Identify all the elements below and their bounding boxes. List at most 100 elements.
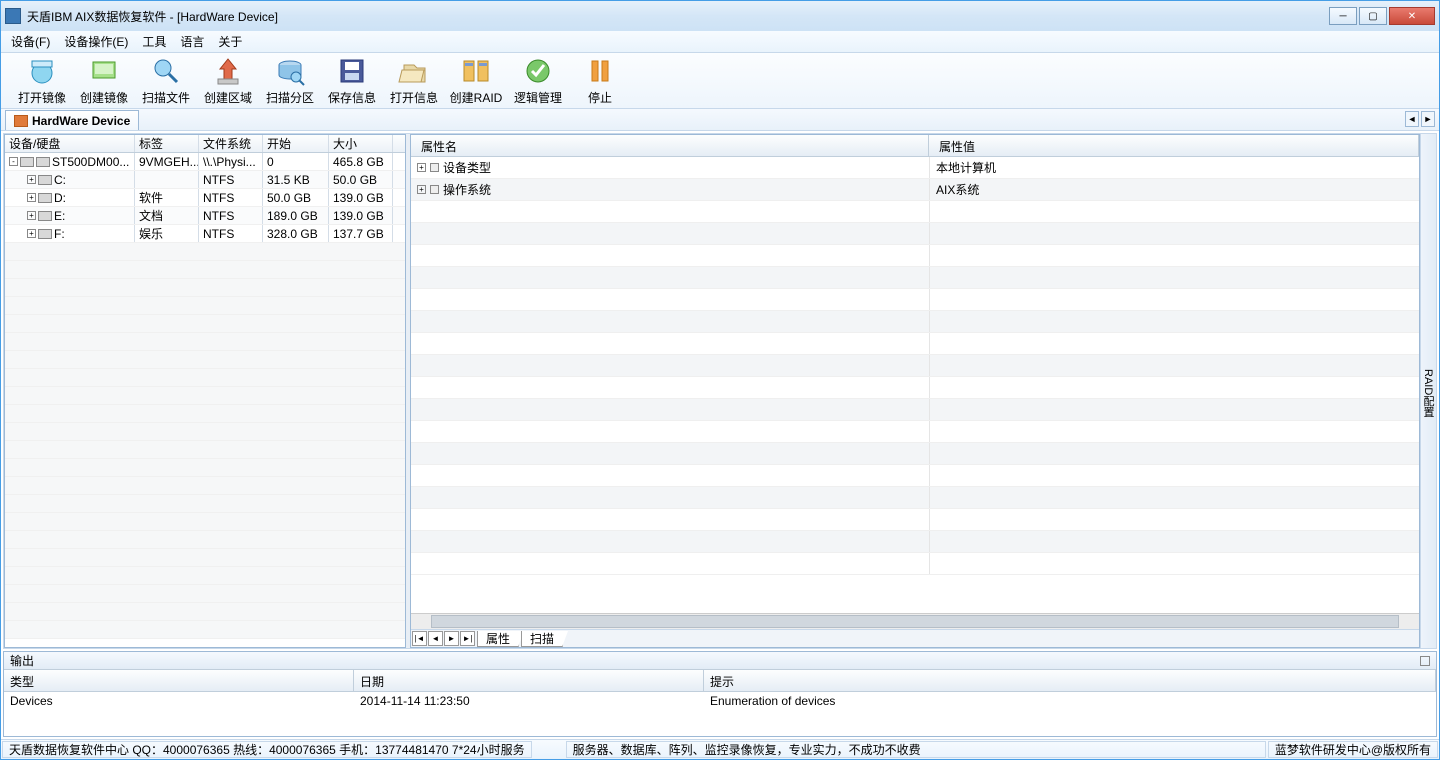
device-row[interactable]: -ST500DM00...9VMGEH...\\.\Physi...0465.8… — [5, 153, 405, 171]
device-row[interactable]: +F:娱乐NTFS328.0 GB137.7 GB — [5, 225, 405, 243]
properties-hscrollbar[interactable] — [411, 613, 1419, 629]
open-info-button[interactable]: 打开信息 — [383, 55, 445, 107]
disk-icon — [20, 157, 34, 167]
properties-tabstrip: |◄ ◄ ► ►| 属性 扫描 — [411, 629, 1419, 647]
open-info-icon — [398, 55, 430, 87]
open-info-label: 打开信息 — [390, 89, 438, 106]
prop-tab-scan[interactable]: 扫描 — [521, 631, 563, 647]
create-image-icon — [88, 55, 120, 87]
document-tabbar: HardWare Device ◄ ► — [1, 109, 1439, 131]
status-center: 服务器、数据库、阵列、监控录像恢复，专业实力，不成功不收费 — [566, 741, 1266, 758]
scan-files-button[interactable]: 扫描文件 — [135, 55, 197, 107]
output-body[interactable]: Devices2014-11-14 11:23:50Enumeration of… — [4, 692, 1436, 736]
create-image-label: 创建镜像 — [80, 89, 128, 106]
create-raid-icon — [460, 55, 492, 87]
tree-expander-icon[interactable]: + — [27, 193, 36, 202]
minimize-button[interactable]: ─ — [1329, 7, 1357, 25]
output-header: 类型 日期 提示 — [4, 670, 1436, 692]
tree-expander-icon[interactable]: - — [9, 157, 18, 166]
tab-scroll-left[interactable]: ◄ — [1405, 111, 1419, 127]
open-image-icon — [26, 55, 58, 87]
menu-tools[interactable]: 工具 — [142, 33, 166, 50]
toolbar: 打开镜像 创建镜像 扫描文件 创建区域 扫描分区 保存信息 打开信息 创建RA — [1, 53, 1439, 109]
output-col-hint[interactable]: 提示 — [704, 670, 1436, 691]
create-region-label: 创建区域 — [204, 89, 252, 106]
col-device[interactable]: 设备/硬盘 — [5, 135, 135, 152]
menubar: 设备(F) 设备操作(E) 工具 语言 关于 — [1, 31, 1439, 53]
stop-button[interactable]: 停止 — [569, 55, 631, 107]
col-filesystem[interactable]: 文件系统 — [199, 135, 263, 152]
output-pin-icon[interactable] — [1420, 656, 1430, 666]
device-row[interactable]: +C:NTFS31.5 KB50.0 GB — [5, 171, 405, 189]
menu-about[interactable]: 关于 — [218, 33, 242, 50]
scan-partition-icon — [274, 55, 306, 87]
device-row[interactable]: +D:软件NTFS50.0 GB139.0 GB — [5, 189, 405, 207]
prop-header-value[interactable]: 属性值 — [929, 135, 1419, 156]
logical-mgmt-icon — [522, 55, 554, 87]
save-info-icon — [336, 55, 368, 87]
save-info-label: 保存信息 — [328, 89, 376, 106]
create-image-button[interactable]: 创建镜像 — [73, 55, 135, 107]
disk-icon — [38, 211, 52, 221]
status-right: 蓝梦软件研发中心@版权所有 — [1268, 741, 1438, 758]
prop-node-icon — [430, 185, 439, 194]
output-title-label: 输出 — [10, 652, 34, 669]
status-left: 天盾数据恢复软件中心 QQ：4000076365 热线：4000076365 手… — [2, 741, 532, 758]
disk-icon — [36, 157, 50, 167]
window-title: 天盾IBM AIX数据恢复软件 - [HardWare Device] — [27, 8, 1329, 25]
properties-header: 属性名 属性值 — [411, 135, 1419, 157]
output-col-type[interactable]: 类型 — [4, 670, 354, 691]
output-col-date[interactable]: 日期 — [354, 670, 704, 691]
prop-nav-prev[interactable]: ◄ — [428, 631, 443, 646]
menu-device[interactable]: 设备(F) — [11, 33, 50, 50]
property-row[interactable]: +设备类型本地计算机 — [411, 157, 1419, 179]
tab-scroll-right[interactable]: ► — [1421, 111, 1435, 127]
scan-partition-label: 扫描分区 — [266, 89, 314, 106]
prop-header-name[interactable]: 属性名 — [411, 135, 929, 156]
output-row[interactable]: Devices2014-11-14 11:23:50Enumeration of… — [4, 692, 1436, 712]
titlebar: 天盾IBM AIX数据恢复软件 - [HardWare Device] ─ ▢ … — [1, 1, 1439, 31]
col-size[interactable]: 大小 — [329, 135, 393, 152]
logical-mgmt-label: 逻辑管理 — [514, 89, 562, 106]
menu-device-ops[interactable]: 设备操作(E) — [64, 33, 128, 50]
properties-pane: 属性名 属性值 +设备类型本地计算机+操作系统AIX系统 |◄ ◄ ► ►| 属… — [410, 134, 1420, 648]
prop-expander-icon[interactable]: + — [417, 185, 426, 194]
output-panel: 输出 类型 日期 提示 Devices2014-11-14 11:23:50En… — [3, 651, 1437, 737]
create-raid-button[interactable]: 创建RAID — [445, 55, 507, 107]
scan-partition-button[interactable]: 扫描分区 — [259, 55, 321, 107]
tree-expander-icon[interactable]: + — [27, 229, 36, 238]
col-start[interactable]: 开始 — [263, 135, 329, 152]
menu-language[interactable]: 语言 — [180, 33, 204, 50]
open-image-button[interactable]: 打开镜像 — [11, 55, 73, 107]
tree-expander-icon[interactable]: + — [27, 175, 36, 184]
save-info-button[interactable]: 保存信息 — [321, 55, 383, 107]
property-row[interactable]: +操作系统AIX系统 — [411, 179, 1419, 201]
device-grid-body[interactable]: -ST500DM00...9VMGEH...\\.\Physi...0465.8… — [5, 153, 405, 647]
col-label[interactable]: 标签 — [135, 135, 199, 152]
tab-hardware-device[interactable]: HardWare Device — [5, 110, 139, 130]
device-row[interactable]: +E:文档NTFS189.0 GB139.0 GB — [5, 207, 405, 225]
create-region-icon — [212, 55, 244, 87]
tree-expander-icon[interactable]: + — [27, 211, 36, 220]
maximize-button[interactable]: ▢ — [1359, 7, 1387, 25]
device-tree-pane: 设备/硬盘 标签 文件系统 开始 大小 -ST500DM00...9VMGEH.… — [4, 134, 406, 648]
close-button[interactable]: ✕ — [1389, 7, 1435, 25]
prop-tab-properties[interactable]: 属性 — [477, 631, 519, 647]
prop-nav-first[interactable]: |◄ — [412, 631, 427, 646]
properties-body[interactable]: +设备类型本地计算机+操作系统AIX系统 — [411, 157, 1419, 613]
app-icon — [5, 8, 21, 24]
prop-node-icon — [430, 163, 439, 172]
logical-mgmt-button[interactable]: 逻辑管理 — [507, 55, 569, 107]
create-region-button[interactable]: 创建区域 — [197, 55, 259, 107]
prop-nav-last[interactable]: ►| — [460, 631, 475, 646]
disk-icon — [38, 175, 52, 185]
disk-icon — [38, 229, 52, 239]
device-grid-header: 设备/硬盘 标签 文件系统 开始 大小 — [5, 135, 405, 153]
scan-files-icon — [150, 55, 182, 87]
raid-config-rail[interactable]: RAID配置 — [1420, 134, 1436, 648]
stop-label: 停止 — [588, 89, 612, 106]
statusbar: 天盾数据恢复软件中心 QQ：4000076365 热线：4000076365 手… — [1, 739, 1439, 759]
prop-nav-next[interactable]: ► — [444, 631, 459, 646]
prop-expander-icon[interactable]: + — [417, 163, 426, 172]
disk-icon — [38, 193, 52, 203]
